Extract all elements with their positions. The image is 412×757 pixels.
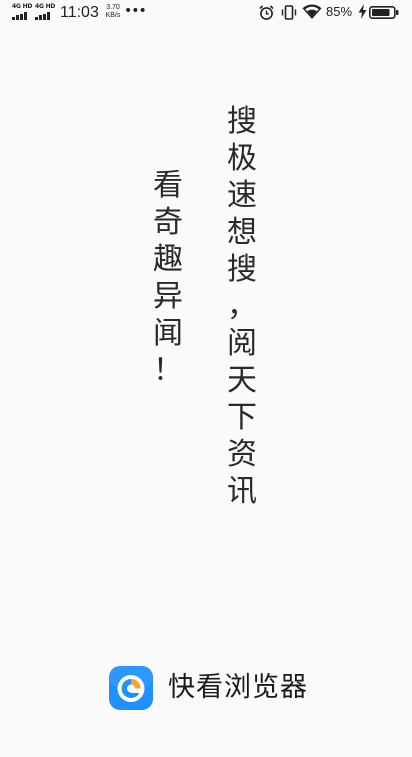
more-notifications-icon: ••• [124, 3, 147, 19]
signal-label: 4G HD [12, 3, 33, 10]
vibrate-icon [281, 5, 297, 20]
slogan-char: 搜 [227, 104, 257, 139]
charging-bolt-icon [358, 4, 367, 19]
slogan-char: 讯 [227, 474, 257, 509]
battery-percent: 85% [326, 4, 353, 19]
status-time: 11:03 [60, 4, 99, 21]
slogan-char: 极 [227, 141, 257, 176]
brand-footer: 快看浏览器 [108, 664, 308, 712]
slogan-left-column: 看 奇 趣 异 闻 ！ [148, 167, 188, 389]
slogan-char: 阅 [227, 326, 257, 361]
slogan-char: 下 [227, 400, 257, 435]
network-speed-value: 3.70 [106, 4, 120, 11]
kuaikan-browser-logo-icon [109, 666, 153, 710]
slogan-char: 奇 [153, 205, 183, 240]
slogan-char: 天 [227, 363, 257, 398]
signal-icon: 4G HD [35, 4, 57, 20]
network-speed: 3.70 KB/s [102, 4, 124, 20]
slogan-char: 搜 [227, 252, 257, 287]
slogan-char: 看 [153, 168, 183, 203]
slogan-right-column: 搜 极 速 想 搜 ， 阅 天 下 资 讯 [222, 103, 262, 510]
slogan-char: 资 [227, 437, 257, 472]
slogan-char: 趣 [153, 242, 183, 277]
battery-icon [369, 6, 399, 19]
status-bar: 4G HD 4G HD 11:03 3.70 KB/s ••• 85% [0, 0, 412, 26]
slogan-char: 想 [227, 215, 257, 250]
network-speed-unit: KB/s [105, 12, 121, 19]
slogan-char: ， [227, 289, 257, 324]
wifi-icon [302, 4, 322, 20]
splash-screen: 4G HD 4G HD 11:03 3.70 KB/s ••• 85% 搜 极 … [0, 0, 412, 757]
slogan-char: ！ [153, 353, 183, 388]
slogan-char: 速 [227, 178, 257, 213]
signal-label: 4G HD [35, 3, 56, 10]
signal-icon: 4G HD [12, 4, 34, 20]
alarm-icon [259, 5, 274, 20]
app-name: 快看浏览器 [168, 672, 308, 703]
slogan-char: 闻 [153, 316, 183, 351]
slogan-char: 异 [153, 279, 183, 314]
